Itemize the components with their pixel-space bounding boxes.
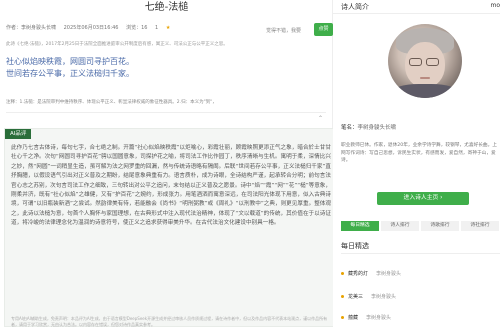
daily-item-author: 李树身骏头 [371, 294, 397, 300]
enter-poet-home-button[interactable]: 进入诗人主页 › [377, 192, 469, 205]
ai-review-panel: AI品评 此作乃七言古体诗，每句七字，合七绝之制。开篇“社心似焰映秩霞”以炬喻心… [4, 128, 334, 327]
tab-poet-rank[interactable]: 诗人排行 [381, 221, 419, 231]
feel-prompt: 觉得不错，我要 [266, 28, 302, 34]
bullet-icon [341, 295, 344, 298]
list-item[interactable]: 蕴藏 李树身骏头 [341, 314, 391, 322]
tab-poem-rank[interactable]: 诗歌排行 [421, 221, 459, 231]
poem-description: 此诗《七绝·法槌》，2017年2月25日于法院全面推进庭审公开制度后有感，寓正义… [6, 42, 228, 47]
divider [341, 253, 500, 254]
pen-name-value: 李树身骏头长啸 [357, 125, 397, 131]
list-item[interactable]: 龙美三 李树身骏头 [341, 293, 396, 301]
star-rating: 1 ★ [155, 25, 176, 31]
list-item[interactable]: 藏秀的灯 李树身骏头 [341, 270, 401, 278]
tab-club-rank[interactable]: 诗社排行 [461, 221, 499, 231]
bullet-icon [341, 272, 344, 275]
sidebar-title: 诗人简介 [341, 3, 369, 11]
divider [6, 112, 326, 113]
poet-bio: 职业教师已休。作家，退休20年，业余学诗学舞，较钢琴，尤喜好长曲。上网写作词诗：… [341, 143, 497, 163]
publish-date: 2025年06月03日16:46 [63, 25, 119, 31]
poet-avatar[interactable] [388, 24, 462, 98]
ranking-tabs: 每日精选 诗人排行 诗歌排行 诗社排行 [341, 221, 500, 231]
poem-line: 社心似焰映秩霞，网圆司寻护百花。 [6, 57, 134, 66]
star-count: 1 [155, 25, 159, 31]
main-content: 七绝-法槌 作者：李树身骏头长啸 2025年06月03日16:46 浏览：16 … [0, 0, 334, 327]
more-link[interactable]: mo [490, 2, 500, 9]
ai-review-text: 此作乃七言古体诗，每句七字，合七绝之制。开篇“社心似焰映秩霞”以炬喻心，彩霞壮丽… [11, 145, 331, 227]
daily-picks-title: 每日精选 [341, 242, 369, 250]
tab-daily-picks[interactable]: 每日精选 [341, 221, 379, 231]
view-count: 浏览：16 [126, 25, 148, 31]
star-icon: ★ [165, 25, 171, 31]
daily-item-name[interactable]: 蕴藏 [348, 315, 358, 321]
sidebar-header: 诗人简介 mo [333, 0, 500, 14]
daily-item-author: 李树身骏头 [366, 315, 392, 321]
pen-name-label: 笔名： [341, 125, 358, 131]
poem-line: 世间若存公平事，正义法槌归千家。 [6, 69, 134, 78]
poem-title: 七绝-法槌 [144, 2, 189, 13]
ai-disclaimer: 专用AI由AI辅助生成，免责声明：本品评为AI生成，由于语言模型DeepSeek… [11, 316, 328, 327]
like-button[interactable]: 点赞 [314, 23, 333, 36]
ai-review-tag: AI品评 [5, 129, 32, 139]
sidebar: 诗人简介 mo 笔名：李树身骏头长啸 职业教师已休。作家，退休20年，业余学诗学… [333, 0, 500, 327]
daily-item-author: 李树身骏头 [376, 271, 402, 277]
bullet-icon [341, 316, 344, 319]
daily-item-name[interactable]: 龙美三 [348, 294, 363, 300]
daily-item-name[interactable]: 藏秀的灯 [348, 271, 368, 277]
collapse-icon[interactable]: ⌃ [318, 115, 326, 123]
poem-body: 社心似焰映秩霞，网圆司寻护百花。 世间若存公平事，正义法槌归千家。 [6, 56, 134, 80]
pen-name: 笔名：李树身骏头长啸 [341, 123, 396, 131]
poem-note: 注释：1.法槌：是法院审判中维持秩序、体现公平正义、彰显法律权威的象征性器具。2… [6, 100, 217, 105]
author-link[interactable]: 作者：李树身骏头长啸 [6, 25, 56, 31]
poem-meta: 作者：李树身骏头长啸 2025年06月03日16:46 浏览：16 1 ★ [6, 24, 182, 31]
